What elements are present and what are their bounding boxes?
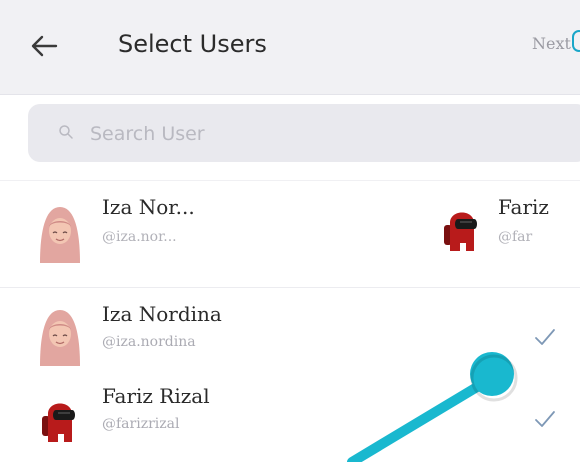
search-input[interactable] xyxy=(88,116,532,152)
back-button[interactable] xyxy=(26,26,66,66)
avatar xyxy=(42,403,75,442)
page-title: Select Users xyxy=(118,30,267,58)
chip-handle: @far xyxy=(498,229,533,245)
user-handle: @farizrizal xyxy=(102,416,180,432)
list-item[interactable]: Iza Nordina @iza.nordina xyxy=(0,302,580,382)
search-icon xyxy=(59,125,73,139)
arrow-left-icon xyxy=(31,35,58,57)
avatar xyxy=(40,310,80,366)
avatar xyxy=(444,212,477,251)
chip-handle: @iza.nor... xyxy=(102,229,177,245)
selected-chip[interactable]: Fariz @far xyxy=(420,181,580,281)
next-button[interactable]: Next xyxy=(532,34,571,53)
selected-chip[interactable]: Iza Nor... @iza.nor... xyxy=(0,181,300,281)
list-item[interactable]: Fariz Rizal @farizrizal xyxy=(0,384,580,462)
chip-name: Fariz xyxy=(498,195,549,219)
avatar xyxy=(40,207,80,263)
selected-users-row: Iza Nor... @iza.nor... Fariz @far xyxy=(0,180,580,288)
check-icon xyxy=(535,329,555,345)
user-handle: @iza.nordina xyxy=(102,334,196,350)
app-header: Select Users Next xyxy=(0,0,580,95)
user-name: Iza Nordina xyxy=(102,302,222,326)
next-indicator xyxy=(572,30,580,52)
select-users-screen: Select Users Next Iza Nor... @iza.nor... xyxy=(0,0,580,462)
check-icon xyxy=(535,411,555,427)
search-bar xyxy=(28,104,580,162)
user-name: Fariz Rizal xyxy=(102,384,210,408)
chip-name: Iza Nor... xyxy=(102,195,195,219)
